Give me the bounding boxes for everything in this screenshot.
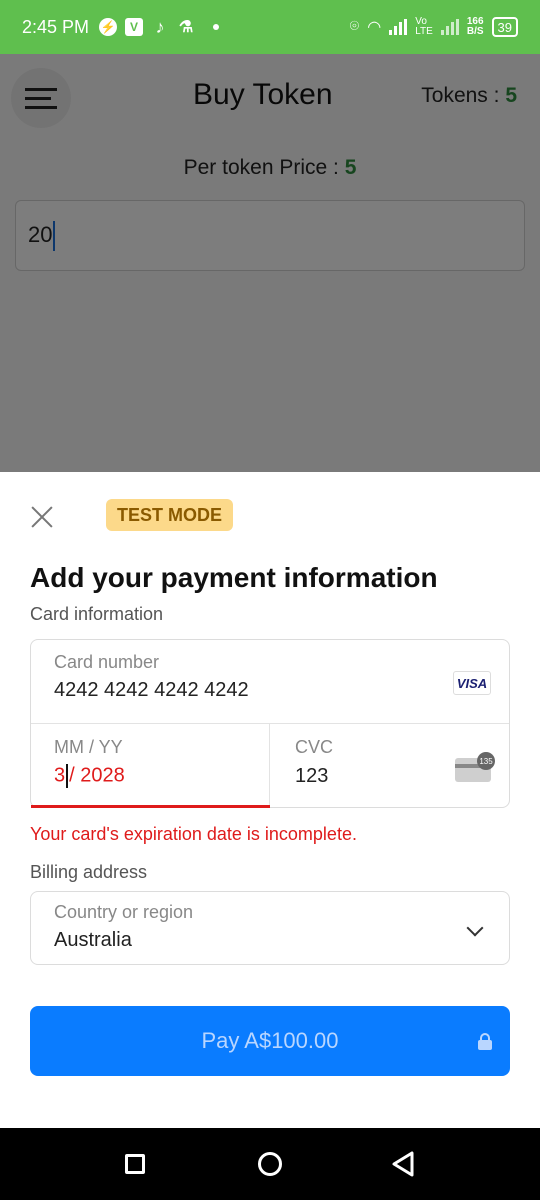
volte-icon: Vo LTE	[415, 17, 433, 37]
chevron-down-icon	[466, 919, 484, 937]
country-select[interactable]: Country or region Australia	[30, 891, 510, 965]
expiry-month: 3	[54, 764, 66, 787]
test-mode-badge: TEST MODE	[106, 499, 234, 531]
payment-sheet: TEST MODE Add your payment information C…	[0, 472, 540, 1128]
system-navigation-bar	[0, 1128, 540, 1200]
network-speed: 166 B/S	[467, 17, 484, 37]
signal-icon-2	[440, 19, 459, 35]
card-number-value: 4242 4242 4242 4242	[54, 679, 249, 701]
location-icon: ⌾	[349, 18, 360, 35]
notification-dot	[213, 24, 220, 30]
country-label: Country or region	[54, 902, 194, 922]
back-button[interactable]	[388, 1150, 418, 1178]
card-information-label: Card information	[30, 604, 164, 624]
visa-icon: VISA	[453, 671, 491, 695]
billing-address-label: Billing address	[30, 862, 148, 882]
status-time: 2:45 PM	[22, 16, 90, 37]
cvc-card-icon: 135	[455, 752, 495, 782]
home-button[interactable]	[258, 1152, 282, 1176]
status-bar: 2:45 PM ⚡ V ♪ ⚗ ⌾ ◠ Vo LTE 166 B/S 39	[0, 0, 540, 54]
expiry-error-message: Your card's expiration date is incomplet…	[30, 824, 357, 844]
network-speed-unit: B/S	[466, 26, 484, 37]
volte-bottom-label: LTE	[415, 26, 433, 37]
cvc-icon-badge: 135	[477, 752, 495, 770]
signal-icon	[389, 19, 408, 35]
lock-icon	[477, 1033, 493, 1050]
pay-button-label: Pay A$100.00	[201, 1028, 339, 1053]
cvc-value: 123	[295, 765, 329, 787]
expiry-field[interactable]: MM / YY 3/ 2028	[31, 724, 270, 808]
card-number-label: Card number	[54, 652, 160, 672]
card-details-box: Card number 4242 4242 4242 4242 VISA MM …	[30, 639, 510, 808]
battery-level: 39	[497, 19, 512, 35]
tiktok-icon: ♪	[155, 16, 165, 37]
sheet-title: Add your payment information	[30, 562, 438, 593]
wifi-icon: ◠	[367, 19, 382, 36]
country-value: Australia	[54, 929, 132, 951]
expiry-value: 3/ 2028	[54, 764, 125, 788]
back-icon	[392, 1151, 414, 1177]
recents-button[interactable]	[125, 1154, 145, 1174]
cvc-label: CVC	[295, 737, 334, 757]
close-icon[interactable]	[30, 505, 54, 529]
cvc-field[interactable]: CVC 123 135	[270, 724, 509, 808]
status-system-icons: ⌾ ◠ Vo LTE 166 B/S 39	[350, 17, 518, 37]
messenger-icon: ⚡	[99, 18, 118, 36]
modal-scrim[interactable]	[0, 54, 540, 474]
expiry-label: MM / YY	[54, 737, 123, 757]
card-number-field[interactable]: Card number 4242 4242 4242 4242 VISA	[31, 640, 509, 724]
text-caret	[66, 764, 69, 788]
flask-icon: ⚗	[178, 19, 194, 36]
expiry-year: / 2028	[69, 764, 125, 787]
status-notification-icons: ⚡ V ♪ ⚗	[99, 16, 220, 37]
expiry-error-underline	[31, 805, 270, 808]
v-app-icon: V	[125, 18, 144, 36]
battery-icon: 39	[491, 17, 518, 37]
pay-button[interactable]: Pay A$100.00	[30, 1006, 510, 1076]
